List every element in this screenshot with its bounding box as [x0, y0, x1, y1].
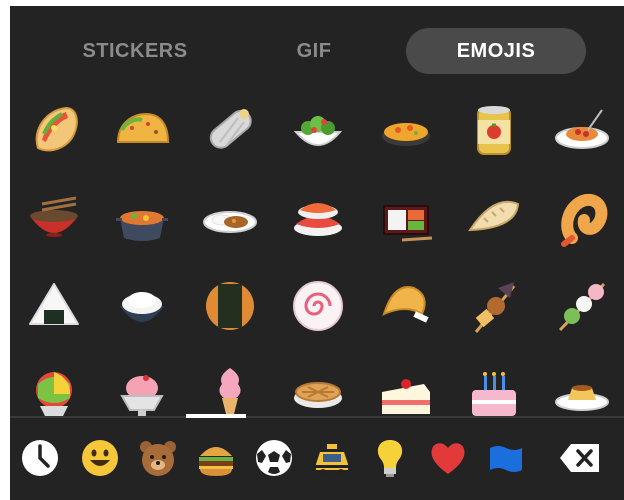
dango-icon	[558, 282, 606, 332]
emoji-cell[interactable]	[186, 174, 274, 262]
emoji-cell[interactable]	[538, 174, 624, 262]
sushi-icon	[294, 203, 342, 236]
emoji-cell[interactable]	[186, 86, 274, 174]
paella-icon	[382, 123, 430, 146]
emoji-cell[interactable]	[186, 262, 274, 350]
hamburger-icon	[199, 447, 233, 476]
shaved-ice-icon	[36, 372, 72, 418]
oden-icon	[474, 282, 516, 333]
emoji-cell[interactable]	[450, 262, 538, 350]
category-recent[interactable]	[16, 434, 64, 482]
taco-icon	[116, 112, 170, 143]
emoji-cell[interactable]	[98, 350, 186, 418]
emoji-cell[interactable]	[10, 262, 98, 350]
custard-icon	[555, 385, 609, 411]
green-salad-icon	[293, 116, 343, 146]
cooked-rice-icon	[120, 292, 164, 322]
emoji-cell[interactable]	[538, 350, 624, 418]
category-flags[interactable]	[482, 434, 530, 482]
birthday-cake-icon	[472, 372, 516, 416]
emoji-cell[interactable]	[10, 350, 98, 418]
tab-gif[interactable]: GIF	[282, 28, 346, 74]
fish-cake-icon	[293, 281, 343, 331]
emoji-cell[interactable]	[274, 262, 362, 350]
emoji-cell[interactable]	[10, 174, 98, 262]
category-animals[interactable]	[134, 434, 182, 482]
rice-ball-icon	[29, 283, 79, 325]
emoji-cell[interactable]	[450, 174, 538, 262]
fried-shrimp-icon	[561, 193, 608, 247]
light-bulb-icon	[377, 440, 403, 477]
tab-emojis[interactable]: EMOJIS	[406, 28, 586, 74]
bear-icon	[140, 441, 176, 476]
soft-serve-icon	[219, 368, 241, 418]
category-activities[interactable]	[250, 434, 298, 482]
emoji-cell[interactable]	[98, 174, 186, 262]
burrito-icon	[209, 109, 252, 149]
emoji-cell[interactable]	[10, 86, 98, 174]
taco-wrap-icon	[35, 106, 78, 152]
emoji-cell[interactable]	[450, 350, 538, 418]
canned-food-icon	[477, 106, 511, 155]
flag-icon	[490, 446, 522, 472]
shortcake-icon	[382, 379, 430, 414]
rice-cracker-icon	[206, 282, 254, 330]
category-smileys[interactable]	[76, 434, 124, 482]
ice-cream-icon	[120, 375, 164, 418]
emoji-cell[interactable]	[186, 350, 274, 418]
emoji-cell[interactable]	[538, 86, 624, 174]
category-bar	[10, 424, 624, 500]
taxi-icon	[316, 444, 348, 475]
dumpling-icon	[468, 200, 520, 232]
emoji-grid	[10, 86, 624, 418]
emoji-cell[interactable]	[274, 86, 362, 174]
keyboard-tabs: STICKERS GIF EMOJIS	[10, 28, 624, 76]
category-objects[interactable]	[366, 434, 414, 482]
emoji-cell[interactable]	[274, 174, 362, 262]
category-travel[interactable]	[308, 434, 356, 482]
category-food[interactable]	[192, 434, 240, 482]
emoji-keyboard-panel: STICKERS GIF EMOJIS	[10, 6, 624, 500]
clock-icon	[22, 440, 58, 476]
soccer-ball-icon	[256, 440, 292, 476]
bento-box-icon	[383, 205, 433, 242]
emoji-cell[interactable]	[362, 350, 450, 418]
stew-pot-icon	[116, 211, 168, 241]
fortune-cookie-icon	[382, 286, 429, 323]
emoji-cell[interactable]	[98, 262, 186, 350]
emoji-cell[interactable]	[274, 350, 362, 418]
delete-button[interactable]	[556, 434, 604, 482]
pie-icon	[294, 382, 342, 408]
emoji-cell[interactable]	[450, 86, 538, 174]
emoji-cell[interactable]	[362, 262, 450, 350]
category-divider	[10, 416, 624, 418]
smiley-icon	[82, 440, 118, 476]
curry-rice-icon	[203, 211, 257, 233]
emoji-cell[interactable]	[362, 174, 450, 262]
active-category-indicator	[186, 414, 246, 418]
tab-stickers[interactable]: STICKERS	[72, 28, 198, 74]
heart-icon	[431, 443, 465, 474]
emoji-cell[interactable]	[98, 86, 186, 174]
emoji-cell[interactable]	[362, 86, 450, 174]
spaghetti-icon	[555, 109, 609, 149]
backspace-icon	[560, 444, 599, 472]
ramen-bowl-icon	[30, 196, 78, 237]
emoji-cell[interactable]	[538, 262, 624, 350]
category-symbols[interactable]	[424, 434, 472, 482]
